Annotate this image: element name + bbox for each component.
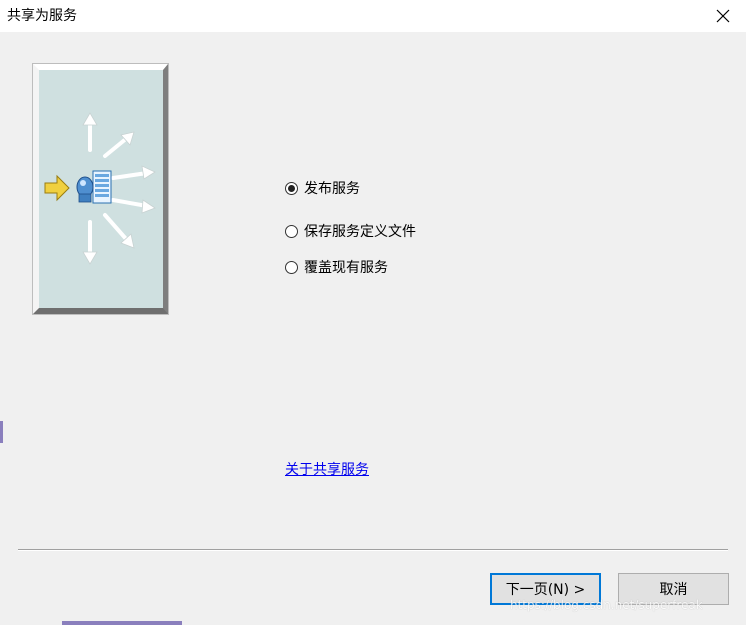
window-title: 共享为服务 [7,8,77,24]
footer-separator [18,549,728,551]
title-bar: 共享为服务 [0,0,746,32]
about-sharing-services-link[interactable]: 关于共享服务 [285,459,369,479]
option-label: 保存服务定义文件 [304,224,416,240]
share-service-illustration [33,64,168,314]
option-overwrite-service[interactable]: 覆盖现有服务 [284,257,388,277]
share-as-service-dialog: 共享为服务 发布服务 保存服务定义文件 覆盖现有服务 关于共享服务 下一页(N)… [0,0,746,625]
server-broadcast-icon [44,112,156,265]
close-icon [716,9,730,23]
option-label: 覆盖现有服务 [304,260,388,276]
option-publish-service[interactable]: 发布服务 [284,178,360,198]
background-window-edge [0,421,3,443]
option-label: 发布服务 [304,181,360,197]
close-button[interactable] [700,0,746,32]
watermark: https://blog.csdn.net/superfreak [510,598,703,612]
radio-overwrite-service[interactable] [285,260,298,274]
background-window-edge [62,621,182,625]
option-save-service-definition[interactable]: 保存服务定义文件 [284,221,416,241]
radio-save-service-definition[interactable] [285,224,298,238]
radio-publish-service[interactable] [285,181,298,195]
